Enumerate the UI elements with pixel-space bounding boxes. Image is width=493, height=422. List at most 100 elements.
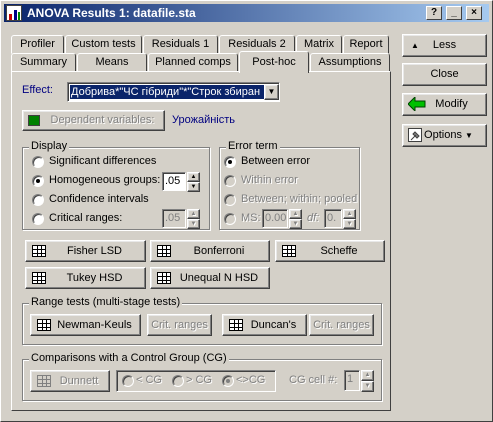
tab-means[interactable]: Means [77,53,147,72]
arrow-up-icon: ▲ [411,41,419,50]
bonferroni-button[interactable]: Bonferroni [150,240,270,262]
minimize-button[interactable]: _ [446,6,462,20]
tukey-hsd-label: Tukey HSD [66,272,123,284]
dependent-value: Урожайність [172,114,236,126]
spreadsheet-icon [32,245,46,257]
significant-differences-radio[interactable] [32,156,44,168]
ms-radio[interactable] [224,213,236,225]
options-icon [408,128,422,142]
tab-summary[interactable]: Summary [11,53,76,72]
spreadsheet-icon [32,272,46,284]
spreadsheet-icon [282,245,296,257]
spin-up-icon[interactable]: ▲ [187,209,200,219]
cg-cell-label: CG cell #: [289,374,338,386]
less-button[interactable]: ▲ Less [402,34,487,57]
critical-ranges-button-2[interactable]: Crit. ranges [309,314,374,336]
modify-label: Modify [435,98,468,110]
spreadsheet-icon [157,272,171,284]
less-than-cg-radio[interactable] [122,375,134,387]
duncans-button[interactable]: Duncan's [222,314,307,336]
tab-planned-comps[interactable]: Planned comps [148,53,238,72]
spin-up-icon[interactable]: ▲ [343,209,356,219]
display-group-title: Display [29,140,70,152]
newman-keuls-button[interactable]: Newman-Keuls [30,314,141,336]
spreadsheet-icon [157,245,171,257]
df-label: df: [307,212,320,224]
spin-down-icon[interactable]: ▼ [361,381,374,392]
scheffe-label: Scheffe [320,245,358,257]
anova-results-window: ANOVA Results 1: datafile.sta ? _ × Prof… [0,0,493,422]
spreadsheet-icon [37,375,51,387]
unequal-n-hsd-label: Unequal N HSD [179,272,259,284]
between-error-radio[interactable] [224,156,236,168]
less-than-cg-label: < CG [136,374,162,386]
close-button[interactable]: Close [402,63,487,86]
app-icon [6,5,22,21]
fisher-lsd-label: Fisher LSD [66,245,123,257]
pooled-error-label: Between; within; pooled [241,193,358,205]
greater-than-cg-radio[interactable] [172,375,184,387]
tab-profiler[interactable]: Profiler [11,35,64,54]
not-equal-cg-radio[interactable] [222,375,234,387]
chevron-down-icon[interactable]: ▼ [264,84,279,100]
unequal-n-hsd-button[interactable]: Unequal N HSD [150,267,270,289]
spin-up-icon[interactable]: ▲ [289,209,302,219]
homogeneous-alpha-input[interactable]: .05 [162,172,186,191]
effect-value: Добрива*"ЧС гібриди"*"Строк збиран [70,85,264,99]
homogeneous-groups-radio[interactable] [32,175,44,187]
duncans-label: Duncan's [250,319,297,331]
tab-custom-tests[interactable]: Custom tests [65,35,142,54]
dunnett-button[interactable]: Dunnett [30,370,110,392]
spin-up-icon[interactable]: ▲ [361,370,374,381]
greater-than-cg-label: > CG [186,374,212,386]
homogeneous-groups-label: Homogeneous groups: [49,174,161,186]
not-equal-cg-label: <>CG [236,374,266,386]
bonferroni-label: Bonferroni [193,245,245,257]
critical-ranges-button-1[interactable]: Crit. ranges [147,314,212,336]
dependent-variables-label: Dependent variables: [50,114,155,126]
pooled-error-radio[interactable] [224,194,236,206]
critical-ranges-radio[interactable] [32,213,44,225]
tab-report[interactable]: Report [343,35,389,54]
critical-ranges-label: Critical ranges: [49,212,123,224]
dunnett-label: Dunnett [59,375,99,387]
dependent-variables-button[interactable]: Dependent variables: [22,110,165,131]
variables-icon [28,115,40,126]
error-term-group-title: Error term [226,140,280,152]
close-window-button[interactable]: × [466,6,482,20]
between-error-label: Between error [241,155,311,167]
ms-label: MS: [241,212,261,224]
tukey-hsd-button[interactable]: Tukey HSD [25,267,146,289]
tab-assumptions[interactable]: Assumptions [310,53,390,72]
range-tests-group-title: Range tests (multi-stage tests) [29,296,183,308]
post-hoc-panel: Effect: Добрива*"ЧС гібриди"*"Строк збир… [11,71,391,411]
spreadsheet-icon [37,319,51,331]
arrow-left-icon [407,95,426,113]
options-button[interactable]: Options ▼ [402,124,487,147]
fisher-lsd-button[interactable]: Fisher LSD [25,240,146,262]
spin-up-icon[interactable]: ▲ [187,172,200,182]
help-button[interactable]: ? [426,6,442,20]
df-input[interactable]: 0. [324,209,342,228]
spin-down-icon[interactable]: ▼ [187,182,200,192]
significant-differences-label: Significant differences [49,155,157,167]
tab-residuals-1[interactable]: Residuals 1 [143,35,218,54]
spreadsheet-icon [229,319,243,331]
scheffe-button[interactable]: Scheffe [275,240,385,262]
tab-post-hoc[interactable]: Post-hoc [239,51,309,73]
effect-label: Effect: [22,84,53,96]
less-label: Less [432,39,457,51]
confidence-intervals-radio[interactable] [32,194,44,206]
spin-down-icon[interactable]: ▼ [343,219,356,229]
spin-down-icon[interactable]: ▼ [187,219,200,229]
within-error-radio[interactable] [224,175,236,187]
ms-input[interactable]: 0.00 [262,209,288,228]
spin-down-icon[interactable]: ▼ [289,219,302,229]
control-group-title: Comparisons with a Control Group (CG) [29,352,229,364]
critical-alpha-input[interactable]: .05 [162,209,186,228]
effect-select[interactable]: Добрива*"ЧС гібриди"*"Строк збиран ▼ [67,82,280,102]
modify-button[interactable]: Modify [402,93,487,116]
newman-keuls-label: Newman-Keuls [57,319,132,331]
cg-cell-input[interactable]: 1 [344,370,360,391]
title-bar[interactable]: ANOVA Results 1: datafile.sta ? _ × [4,4,489,22]
